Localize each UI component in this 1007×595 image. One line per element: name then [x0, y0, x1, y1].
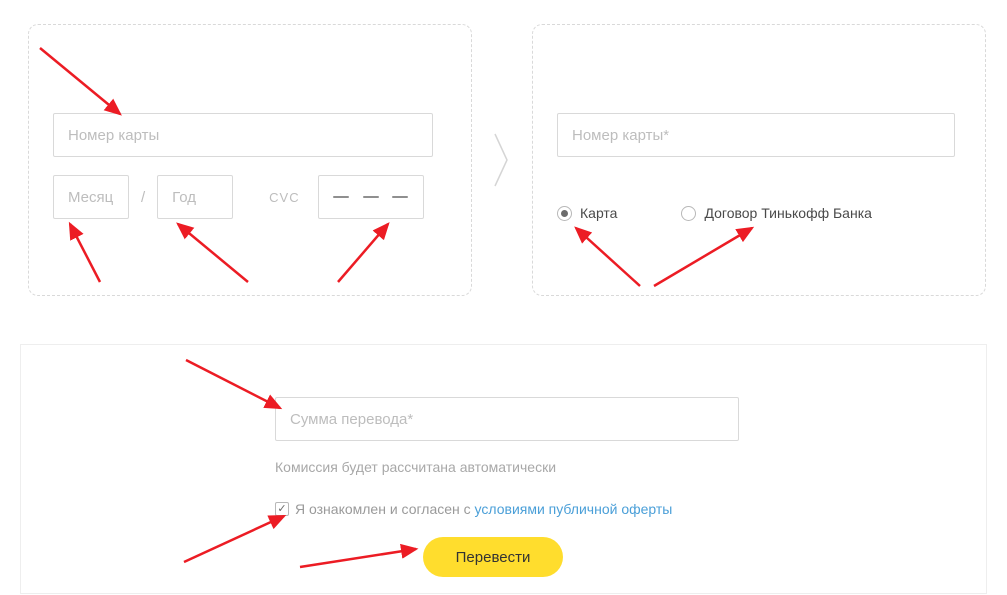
destination-card-number-input[interactable]	[557, 113, 955, 157]
radio-card-label: Карта	[580, 205, 617, 221]
cvc-input[interactable]	[318, 175, 424, 219]
offer-link[interactable]: условиями публичной оферты	[475, 501, 673, 517]
radio-icon	[681, 206, 696, 221]
expiry-slash: /	[137, 189, 149, 206]
radio-contract-label: Договор Тинькофф Банка	[704, 205, 871, 221]
chevron-right-icon	[472, 130, 532, 190]
source-card-panel: / CVC	[28, 24, 472, 296]
agree-text: Я ознакомлен и согласен с условиями публ…	[295, 501, 672, 517]
source-card-number-input[interactable]	[53, 113, 433, 157]
amount-input[interactable]	[275, 397, 739, 441]
transfer-panel: Комиссия будет рассчитана автоматически …	[20, 344, 987, 594]
agree-checkbox[interactable]: ✓	[275, 502, 289, 516]
cvc-label: CVC	[269, 190, 299, 205]
transfer-button[interactable]: Перевести	[423, 537, 563, 577]
radio-option-card[interactable]: Карта	[557, 205, 617, 221]
destination-card-panel: Карта Договор Тинькофф Банка	[532, 24, 986, 296]
commission-note: Комиссия будет рассчитана автоматически	[275, 459, 986, 475]
expiry-month-input[interactable]	[53, 175, 129, 219]
expiry-year-input[interactable]	[157, 175, 233, 219]
radio-icon	[557, 206, 572, 221]
radio-option-contract[interactable]: Договор Тинькофф Банка	[681, 205, 871, 221]
